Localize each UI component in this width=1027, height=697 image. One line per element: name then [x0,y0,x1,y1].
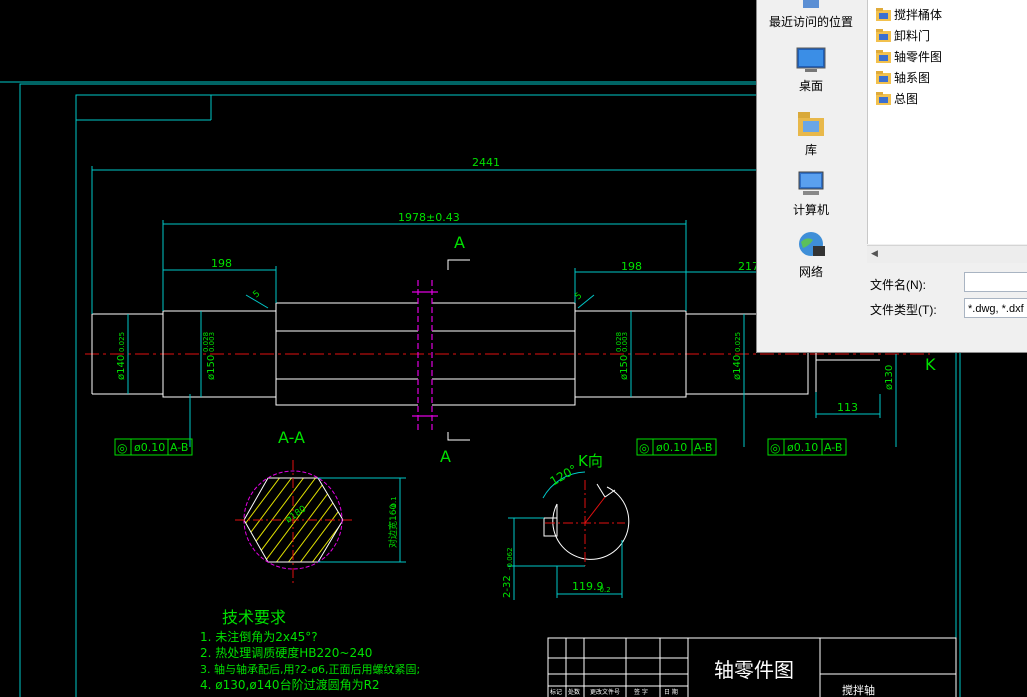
aa-across-tol: -0.1 [390,496,398,510]
dwg-file-icon [876,50,891,63]
tol-3-value: ø0.10 [787,441,818,454]
section-a-top-label: A [454,233,465,252]
dim-right-step: 198 [621,260,642,273]
dwg-file-icon [876,29,891,42]
k-arrow-label: K [925,355,936,374]
dim-chamfer-left: 5 [252,289,263,300]
tol-2-value: ø0.10 [656,441,687,454]
k-width-tol: -0.2 [597,586,611,594]
tech-req-item-2: 2. 热处理调质硬度HB220~240 [200,645,372,660]
dwg-file-icon [876,92,891,105]
desktop-icon [796,47,826,72]
title-block-headers: 标记 处数 更改文件号 签 字 日 期 [550,688,678,696]
dwg-file-icon [876,71,891,84]
k-view-title: K向 [578,452,603,470]
tol-1-datum: A-B [170,441,188,454]
filetype-select[interactable]: *.dwg, *.dxf [964,298,1027,318]
file-item[interactable]: 搅拌桶体 [876,6,942,24]
dim-middle: 1978±0.43 [398,211,460,224]
section-aa-view: ø180 对边宽160 -0.1 [235,460,406,585]
file-item-label: 轴系图 [894,71,931,85]
scroll-left-icon[interactable]: ◀ [871,248,878,259]
file-item-label: 总图 [894,92,919,106]
dia-3-tol-b: 0.003 [621,332,629,352]
tech-req-title: 技术要求 [222,608,286,627]
open-file-dialog: 最近访问的位置 桌面 库 计算机 网络 搅拌桶体 卸料门 轴零件图 轴系图 总图… [756,0,1027,353]
section-a-bottom-label: A [440,447,451,466]
tb-col-1: 标记 [550,688,562,696]
dim-left-step: 198 [211,257,232,270]
tol-2-datum: A-B [694,441,712,454]
computer-icon [798,171,824,195]
place-network-label: 网络 [798,265,823,279]
place-desktop[interactable]: 桌面 [757,46,865,94]
file-item-label: 卸料门 [894,29,931,43]
tb-col-4: 签 字 [634,688,648,696]
file-item[interactable]: 总图 [876,90,918,108]
tech-req-item-1: 1. 未注倒角为2x45°? [200,629,318,644]
dim-k-len: 113 [837,401,858,414]
tolerance-frame-2: ◎ ø0.10 A-B [636,438,717,456]
k-keyway-depth: 2-32 [502,575,513,598]
tb-col-5: 日 期 [664,688,678,696]
place-computer[interactable]: 计算机 [757,170,865,218]
tol-3-symbol: ◎ [770,441,780,455]
k-angle: 120° [548,462,580,489]
file-item[interactable]: 轴零件图 [876,48,942,66]
filename-input[interactable] [964,272,1027,292]
dia-3: ø150 [619,355,630,380]
place-network[interactable]: 网络 [757,230,865,280]
file-item[interactable]: 轴系图 [876,69,930,87]
section-arrows [447,259,470,441]
tolerance-frame-3: ◎ ø0.10 A-B [767,438,847,456]
place-recent-label: 最近访问的位置 [768,15,853,29]
dia-1: ø140 [116,355,127,380]
recent-places-icon [803,0,819,8]
tech-req-item-3: 3. 轴与轴承配后,用?2-ø6,正面后用螺纹紧固; [200,662,420,676]
tol-2-symbol: ◎ [639,441,649,455]
title-block-name: 轴零件图 [714,658,794,682]
places-sidebar: 最近访问的位置 桌面 库 计算机 网络 [757,0,865,279]
file-item-label: 搅拌桶体 [894,8,943,22]
filetype-label: 文件类型(T): [870,303,937,317]
dia-2: ø150 [206,355,217,380]
dia-1-tol: 0.025 [118,332,126,352]
title-block-part: 搅拌轴 [842,683,875,697]
tech-req-item-4: 4. ø130,ø140台阶过渡圆角为R2 [200,677,380,692]
dwg-file-icon [876,8,891,21]
tol-1-symbol: ◎ [117,441,127,455]
place-computer-label: 计算机 [792,203,829,217]
filename-label: 文件名(N): [870,278,926,292]
dia-2-tol-b: 0.003 [208,332,216,352]
network-icon [799,232,825,256]
place-libraries[interactable]: 库 [757,108,865,158]
dim-overall: 2441 [472,156,500,169]
file-item-label: 轴零件图 [894,50,943,64]
tb-col-3: 更改文件号 [590,688,620,696]
section-aa-title: A-A [278,428,305,447]
dia-5: ø130 [884,365,895,390]
tol-3-datum: A-B [824,441,842,454]
libraries-icon [798,112,824,136]
horizontal-scrollbar[interactable]: ◀ [867,245,1027,263]
file-list[interactable]: 搅拌桶体 卸料门 轴零件图 轴系图 总图 [867,0,1027,244]
k-keyway-tol: -0.062 [506,547,514,570]
place-libraries-label: 库 [804,143,817,157]
place-desktop-label: 桌面 [798,79,823,93]
technical-requirements: 技术要求 1. 未注倒角为2x45°? 2. 热处理调质硬度HB220~240 … [200,608,420,692]
place-recent[interactable]: 最近访问的位置 [757,0,865,30]
dia-4-tol: 0.025 [734,332,742,352]
tb-col-2: 处数 [568,688,580,696]
aa-inner-dia: ø180 [284,504,309,525]
dia-4: ø140 [732,355,743,380]
k-view: 120° 2-32 -0.062 119.9 -0.2 [502,462,630,600]
tolerance-frame-1: ◎ ø0.10 A-B [114,438,193,456]
tol-1-value: ø0.10 [134,441,165,454]
file-item[interactable]: 卸料门 [876,27,930,45]
